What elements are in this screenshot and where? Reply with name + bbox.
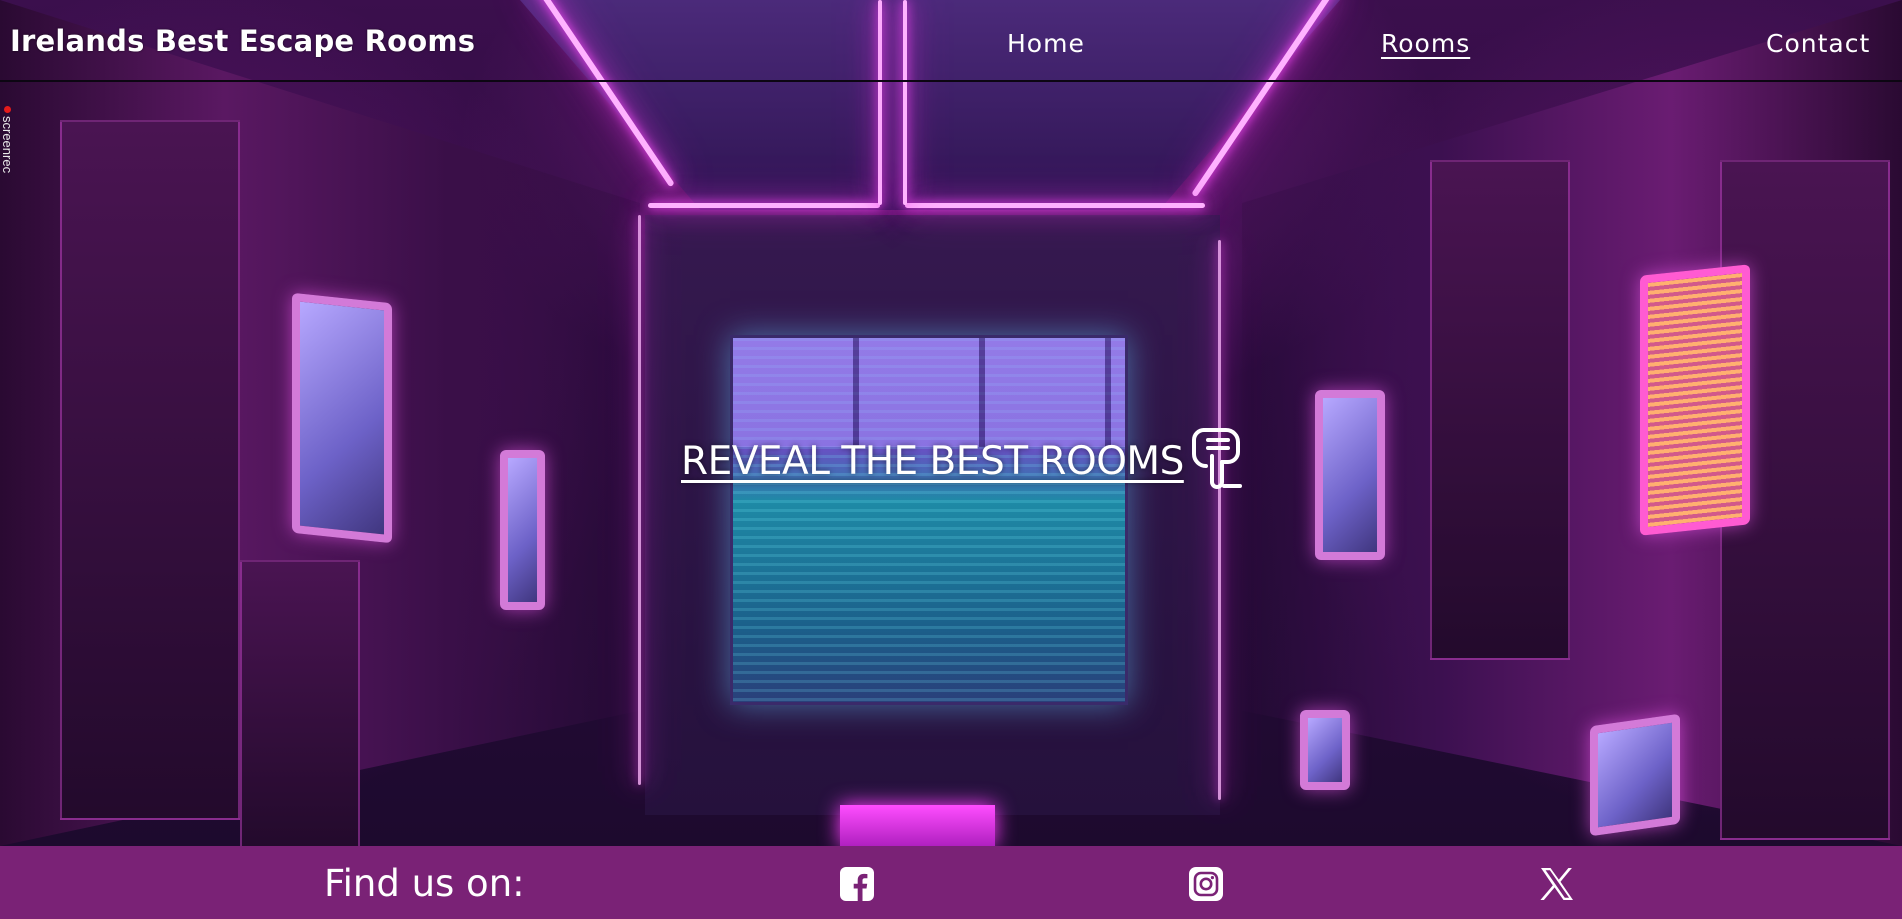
instagram-icon [1189, 867, 1223, 901]
nav-link-home[interactable]: Home [1007, 29, 1085, 58]
x-link[interactable] [1539, 866, 1575, 902]
crt-monitor [1590, 713, 1680, 837]
crt-monitor [1300, 710, 1350, 790]
facebook-icon [840, 867, 874, 901]
crt-monitor [1315, 390, 1385, 560]
footer-label: Find us on: [324, 862, 525, 905]
neon-light-strip [905, 203, 1205, 208]
arcade-cabinet [240, 560, 360, 846]
screenrec-watermark: screenrec [0, 106, 16, 202]
watermark-text: screenrec [0, 116, 15, 174]
x-icon [1540, 868, 1573, 900]
arcade-cabinet [1430, 160, 1570, 660]
nav-link-rooms[interactable]: Rooms [1381, 29, 1470, 58]
arcade-cabinet [60, 120, 240, 820]
footer: Find us on: [0, 846, 1902, 919]
nav-link-contact[interactable]: Contact [1766, 29, 1870, 58]
record-dot-icon [4, 106, 11, 113]
cta-label: REVEAL THE BEST ROOMS [681, 438, 1184, 484]
lower-display-screen [840, 805, 995, 846]
center-display-screen [730, 335, 1128, 705]
neon-light-strip [1218, 240, 1221, 800]
site-logo[interactable]: Irelands Best Escape Rooms [10, 24, 475, 58]
crt-monitor [292, 292, 392, 544]
hero-background-image [0, 0, 1902, 846]
neon-light-strip [638, 215, 641, 785]
facebook-link[interactable] [839, 866, 875, 902]
neon-light-strip [648, 203, 880, 208]
reveal-rooms-link[interactable]: REVEAL THE BEST ROOMS [681, 428, 1246, 492]
hand-pointing-down-icon [1191, 428, 1242, 489]
navbar: Irelands Best Escape Rooms Home Rooms Co… [0, 0, 1902, 82]
crt-monitor [1640, 264, 1750, 536]
crt-monitor [500, 450, 545, 610]
instagram-link[interactable] [1188, 866, 1224, 902]
